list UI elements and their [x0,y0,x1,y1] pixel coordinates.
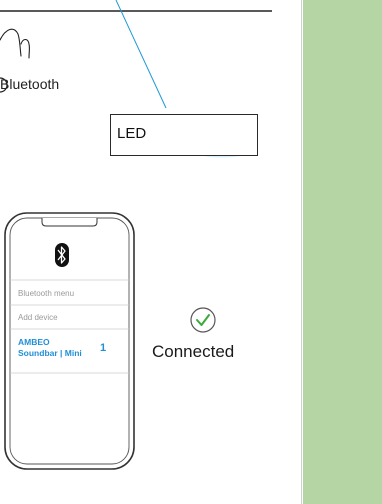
phone-notch [41,218,98,227]
step-number: 1 [100,342,107,354]
bluetooth-label: Bluetooth [0,76,60,92]
check-circle-icon [190,307,216,333]
phone-add-device[interactable]: Add device [18,313,58,322]
led-label: LED [117,125,147,142]
hand-icon [0,28,30,59]
led-callout-box: LED [110,114,258,156]
led-callout-line [115,0,167,109]
instruction-page: Bluetooth LED Bluetooth menu Add device … [0,0,382,504]
connected-label: Connected [152,342,235,361]
phone-device-name-line1[interactable]: AMBEO [18,337,50,347]
phone-device-name-line2[interactable]: Soundbar | Mini [18,348,82,358]
phone-menu-title: Bluetooth menu [18,289,75,298]
